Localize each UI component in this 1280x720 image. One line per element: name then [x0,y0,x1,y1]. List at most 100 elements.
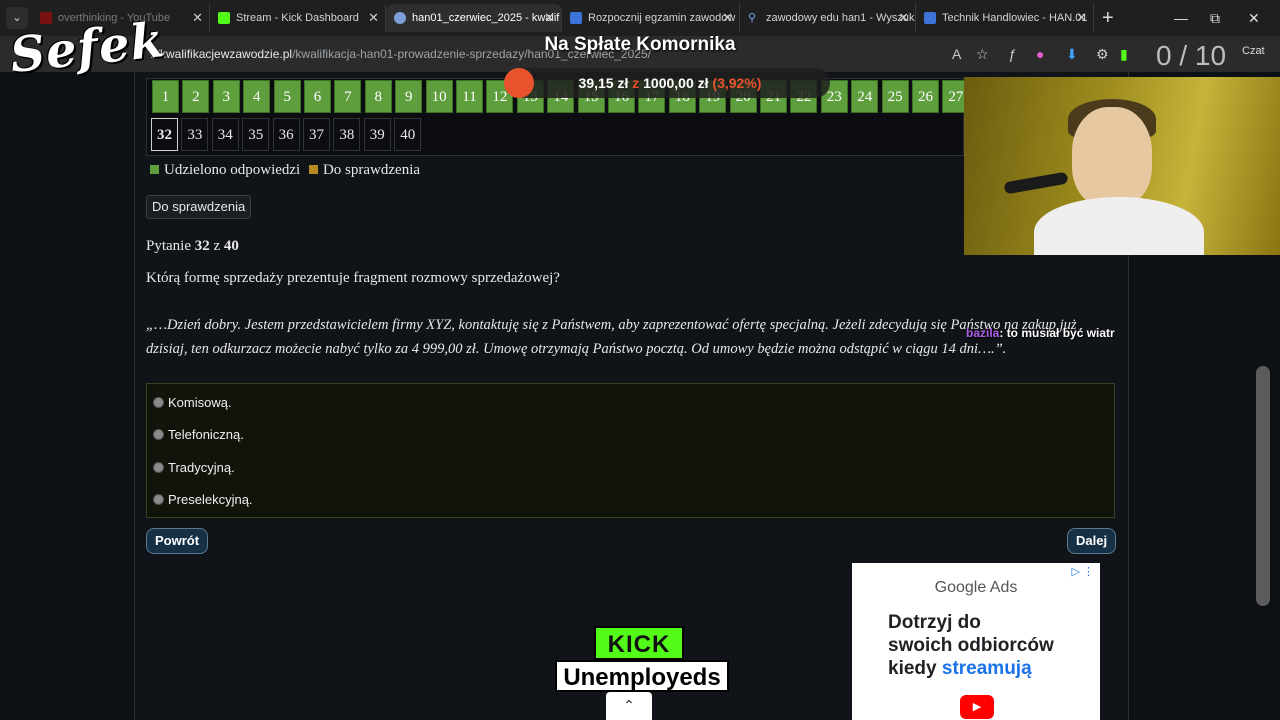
chat-message: bazila: to musiał być wiatr [966,326,1115,340]
question-nav-button[interactable]: 2 [182,80,210,113]
ad-line: kiedy streamują [888,657,1078,680]
webcam-shirt [1034,197,1204,255]
tab-title: han01_czerwiec_2025 - kwalif [412,12,560,24]
legend-answered-swatch [150,165,159,174]
question-nav-button[interactable]: 9 [395,80,423,113]
overlay-counter: 0 / 10 [1156,40,1227,71]
answer-option[interactable]: Telefoniczną. [153,425,244,445]
legend: Udzielono odpowiedzi Do sprawdzenia [150,162,420,179]
microphone-icon [1003,171,1069,195]
donation-goal: 39,15 zł z 1000,00 zł (3,92%) [504,68,830,98]
close-icon[interactable]: ✕ [1076,4,1087,32]
question-nav-button[interactable]: 11 [456,80,483,113]
answer-option[interactable]: Preselekcyjną. [153,490,253,510]
question-nav-button[interactable]: 37 [303,118,330,151]
goal-percent: (3,92%) [712,75,762,91]
scroll-top-chevron-icon[interactable]: ⌃ [606,692,652,720]
question-text: Którą formę sprzedaży prezentuje fragmen… [146,270,560,286]
back-button[interactable]: Powrót [146,528,209,554]
goal-indicator-icon [504,68,534,98]
question-nav-button[interactable]: 10 [425,80,453,113]
question-nav-button[interactable]: 39 [363,118,391,151]
ad-line-plain: kiedy [888,658,942,679]
tab-title: zawodowy edu han1 - Wyszuk [766,12,915,24]
answer-option[interactable]: Komisową. [153,393,232,413]
legend-review-label: Do sprawdzenia [322,162,421,178]
radio-button[interactable] [153,397,164,408]
chat-text: : to musiał być wiatr [999,326,1115,340]
answer-label: Komisową. [168,395,232,410]
question-nav-button-current[interactable]: 32 [151,118,178,151]
google-ads-banner[interactable]: ▷ ⋮ Google Ads Dotrzyj do swoich odbiorc… [852,563,1100,720]
close-icon[interactable]: ✕ [722,4,733,32]
question-nav-button[interactable]: 34 [211,118,239,151]
question-nav-button[interactable]: 38 [333,118,361,151]
question-nav-button[interactable]: 5 [273,80,301,113]
ad-brand: Google Ads [934,579,1018,596]
window-close-icon[interactable]: ✕ [1248,6,1260,30]
question-current: 32 [194,238,210,254]
tab-technik-handlowiec[interactable]: Technik Handlowiec - HAN.01 ✕ [916,4,1094,32]
question-nav-button[interactable]: 7 [334,80,362,113]
question-nav-button[interactable]: 4 [243,80,271,113]
tab-han01-active[interactable]: han01_czerwiec_2025 - kwalif ✕ [386,4,562,32]
question-total: 40 [223,238,239,254]
question-nav-button[interactable]: 6 [304,80,331,113]
question-label: Pytanie [146,238,191,254]
question-of: z [213,238,221,254]
ad-line: swoich odbiorców [888,635,1054,656]
question-nav-button[interactable]: 25 [881,80,909,113]
page-scrollbar[interactable] [1256,366,1270,606]
answer-label: Tradycyjną. [168,460,235,475]
answer-label: Preselekcyjną. [168,492,253,507]
doc-icon [570,12,582,24]
question-nav-button[interactable]: 26 [912,80,939,113]
radio-button[interactable] [153,429,164,440]
question-nav-button[interactable]: 40 [394,118,422,151]
globe-icon [394,12,406,24]
restore-icon[interactable]: ⧉ [1210,6,1220,30]
close-icon[interactable]: ✕ [898,4,909,32]
question-nav-button[interactable]: 3 [212,80,240,113]
doc-icon [924,12,936,24]
legend-answered-label: Udzielono odpowiedzi [164,162,301,178]
minimize-icon[interactable]: — [1174,6,1188,30]
radio-button[interactable] [153,462,164,473]
legend-review-swatch [308,165,318,174]
goal-current: 39,15 zł [578,75,629,91]
webcam-feed [964,77,1280,255]
answers-panel: Komisową. Telefoniczną. Tradycyjną. Pres… [146,383,1115,518]
ad-copy: Dotrzyj do swoich odbiorców kiedy stream… [888,611,1078,680]
youtube-icon [40,12,52,24]
question-nav-button[interactable]: 24 [851,80,879,113]
next-button[interactable]: Dalej [1067,528,1117,554]
tab-title: Stream - Kick Dashboard [236,12,359,24]
stream-headline: Na Spłate Komornika [544,34,736,55]
question-counter: Pytanie 32 z 40 [146,238,239,255]
question-nav-button[interactable]: 35 [242,118,270,151]
kick-icon [218,12,230,24]
adchoices-icon[interactable]: ▷ ⋮ [1071,565,1094,578]
radio-button[interactable] [153,494,164,505]
close-icon[interactable]: ✕ [544,4,555,32]
tab-rozpocznij-egzamin[interactable]: Rozpocznij egzamin zawodow ✕ [562,4,740,32]
question-nav-button[interactable]: 1 [152,80,179,113]
mark-for-review-button[interactable]: Do sprawdzenia [146,195,252,219]
close-icon[interactable]: ✕ [192,4,203,32]
kick-channel-name: Unemployeds [555,660,729,692]
question-nav-button[interactable]: 33 [181,118,209,151]
webcam-face [1072,107,1152,207]
search-icon: ⚲ [748,12,757,24]
question-nav-button[interactable]: 8 [364,80,392,113]
ad-line: Dotrzyj do [888,612,981,633]
youtube-play-icon: ▶ [960,695,994,719]
goal-separator: z [632,75,640,91]
close-icon[interactable]: ✕ [368,4,379,32]
answer-option[interactable]: Tradycyjną. [153,458,235,478]
new-tab-plus-icon[interactable]: + [1102,6,1114,30]
tab-search[interactable]: ⚲ zawodowy edu han1 - Wyszuk ✕ [740,4,916,32]
browser-tab-bar: ⌄ overthinking - YouTube ✕ Stream - Kick… [0,0,1280,36]
tab-kick-dashboard[interactable]: Stream - Kick Dashboard ✕ [210,4,386,32]
question-nav-button[interactable]: 36 [272,118,300,151]
answer-label: Telefoniczną. [168,427,244,442]
